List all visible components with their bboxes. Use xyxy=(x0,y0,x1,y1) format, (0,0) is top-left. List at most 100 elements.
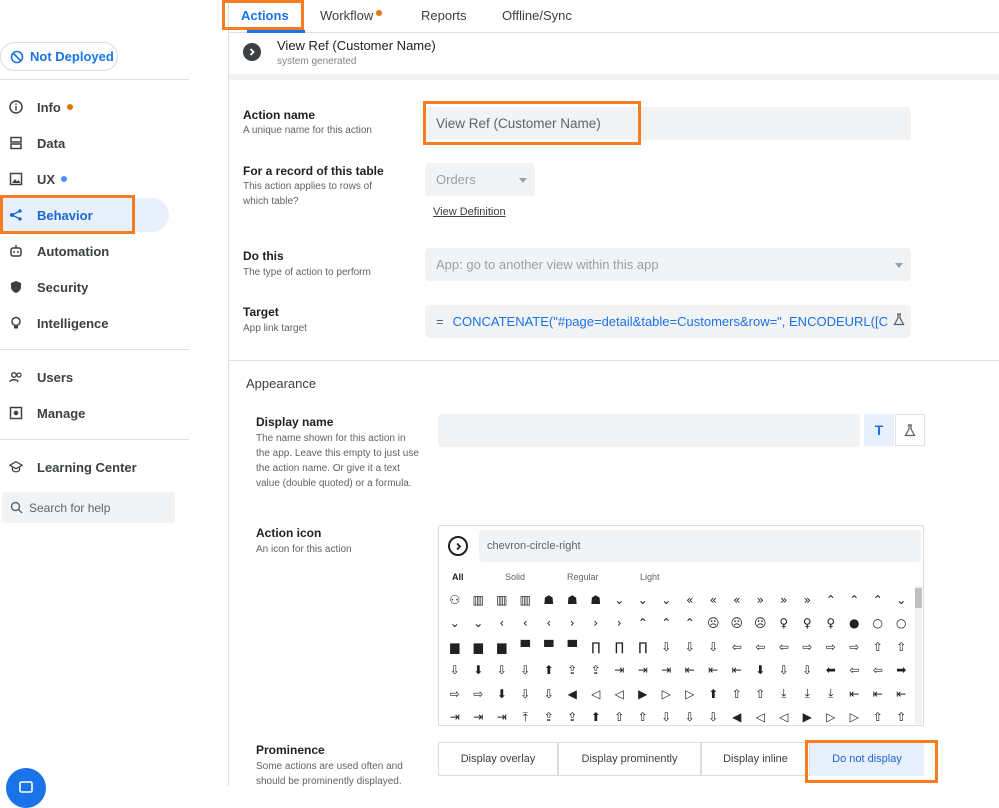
deploy-status-chip[interactable]: Not Deployed xyxy=(0,42,118,71)
icon-option[interactable]: ⌃ xyxy=(819,588,843,612)
icon-filter-all[interactable]: All xyxy=(452,572,464,582)
icon-option[interactable]: ⌄ xyxy=(890,588,914,612)
icon-filter-solid[interactable]: Solid xyxy=(505,572,525,582)
icon-option[interactable]: ∏ xyxy=(608,635,632,659)
icon-option[interactable]: ⇨ xyxy=(819,635,843,659)
icon-option[interactable]: ⇩ xyxy=(490,659,514,683)
icon-option[interactable]: ♀ xyxy=(772,612,796,636)
icon-option[interactable]: ☗ xyxy=(537,588,561,612)
sidebar-item-automation[interactable]: Automation xyxy=(0,234,169,268)
icon-option[interactable]: ▀ xyxy=(514,635,538,659)
icon-option[interactable]: ⌄ xyxy=(608,588,632,612)
icon-option[interactable]: ● xyxy=(843,612,867,636)
icon-option[interactable]: ▷ xyxy=(819,706,843,726)
icon-option[interactable]: ⌄ xyxy=(655,588,679,612)
icon-option[interactable]: ⇩ xyxy=(678,635,702,659)
icon-option[interactable]: ☗ xyxy=(584,588,608,612)
action-name-input[interactable]: View Ref (Customer Name) xyxy=(425,107,911,140)
icon-option[interactable]: « xyxy=(702,588,726,612)
icon-option[interactable]: ⬆ xyxy=(537,659,561,683)
icon-option[interactable]: ⇨ xyxy=(467,682,491,706)
target-expression-input[interactable]: = CONCATENATE("#page=detail&table=Custom… xyxy=(425,305,911,338)
icon-option[interactable]: ⇪ xyxy=(561,706,585,726)
view-definition-link[interactable]: View Definition xyxy=(433,206,506,218)
icon-option[interactable]: ⬇ xyxy=(467,659,491,683)
icon-option[interactable]: ⌄ xyxy=(443,612,467,636)
icon-option[interactable]: ‹ xyxy=(537,612,561,636)
icon-option[interactable]: ⌄ xyxy=(631,588,655,612)
icon-option[interactable]: ☹ xyxy=(702,612,726,636)
icon-option[interactable]: « xyxy=(725,588,749,612)
icon-option[interactable]: ◁ xyxy=(749,706,773,726)
icon-option[interactable]: ⇧ xyxy=(890,706,914,726)
icon-option[interactable]: ⇥ xyxy=(467,706,491,726)
icon-option[interactable]: ▆ xyxy=(443,635,467,659)
icon-option[interactable]: ⇧ xyxy=(749,682,773,706)
icon-grid-scrollbar[interactable] xyxy=(915,586,922,724)
icon-option[interactable]: ♀ xyxy=(796,612,820,636)
icon-option[interactable]: ⤓ xyxy=(819,682,843,706)
icon-option[interactable]: ⤓ xyxy=(772,682,796,706)
icon-option[interactable]: ⇩ xyxy=(514,659,538,683)
icon-option[interactable]: ▷ xyxy=(678,682,702,706)
icon-option[interactable]: ▶ xyxy=(631,682,655,706)
icon-option[interactable]: ⇩ xyxy=(702,706,726,726)
icon-option[interactable]: ∏ xyxy=(631,635,655,659)
prominence-do-not-display[interactable]: Do not display xyxy=(810,742,924,776)
tab-actions[interactable]: Actions xyxy=(241,8,289,23)
icon-option[interactable]: ▥ xyxy=(467,588,491,612)
icon-option[interactable]: ⇤ xyxy=(725,659,749,683)
icon-option[interactable]: ⇥ xyxy=(631,659,655,683)
icon-option[interactable]: ➡ xyxy=(890,659,914,683)
icon-option[interactable]: ⇩ xyxy=(537,682,561,706)
icon-option[interactable]: ⇥ xyxy=(655,659,679,683)
icon-option[interactable]: ◁ xyxy=(608,682,632,706)
tab-workflow[interactable]: Workflow xyxy=(320,8,383,23)
text-mode-button[interactable]: T xyxy=(864,414,894,446)
icon-option[interactable]: ⇦ xyxy=(725,635,749,659)
sidebar-item-learning-center[interactable]: Learning Center xyxy=(0,450,169,484)
icon-option[interactable]: › xyxy=(608,612,632,636)
sidebar-item-behavior[interactable]: Behavior xyxy=(0,198,169,232)
icon-option[interactable]: › xyxy=(561,612,585,636)
icon-option[interactable]: ⇩ xyxy=(702,635,726,659)
icon-option[interactable]: ⇧ xyxy=(866,635,890,659)
sidebar-item-manage[interactable]: Manage xyxy=(0,396,169,430)
flask-icon[interactable] xyxy=(889,313,905,329)
icon-option[interactable]: ⇩ xyxy=(655,706,679,726)
icon-option[interactable]: » xyxy=(796,588,820,612)
icon-option[interactable]: ⬅ xyxy=(819,659,843,683)
icon-option[interactable]: ◀ xyxy=(725,706,749,726)
icon-option[interactable]: ◀ xyxy=(561,682,585,706)
icon-option[interactable]: ▶ xyxy=(796,706,820,726)
icon-option[interactable]: ⇩ xyxy=(443,659,467,683)
icon-option[interactable]: ⤓ xyxy=(796,682,820,706)
icon-option[interactable]: ⌃ xyxy=(655,612,679,636)
sidebar-item-intelligence[interactable]: Intelligence xyxy=(0,306,169,340)
tab-reports[interactable]: Reports xyxy=(421,8,467,23)
icon-option[interactable]: ○ xyxy=(866,612,890,636)
icon-option[interactable]: ⇩ xyxy=(655,635,679,659)
icon-option[interactable]: ⌃ xyxy=(843,588,867,612)
icon-option[interactable]: ⇩ xyxy=(796,659,820,683)
help-search-input[interactable]: Search for help xyxy=(2,492,175,523)
icon-option[interactable]: ⇧ xyxy=(608,706,632,726)
icon-option[interactable]: ⌄ xyxy=(467,612,491,636)
icon-option[interactable]: ‹ xyxy=(514,612,538,636)
icon-option[interactable]: ⇩ xyxy=(514,682,538,706)
icon-option[interactable]: ⇥ xyxy=(490,706,514,726)
scrollbar-thumb[interactable] xyxy=(915,588,922,608)
icon-option[interactable]: ○ xyxy=(890,612,914,636)
icon-option[interactable]: ⇨ xyxy=(443,682,467,706)
icon-option[interactable]: ⌃ xyxy=(866,588,890,612)
icon-option[interactable]: ⇦ xyxy=(749,635,773,659)
icon-option[interactable]: ⇨ xyxy=(796,635,820,659)
icon-option[interactable]: ⇨ xyxy=(843,635,867,659)
icon-option[interactable]: ⌃ xyxy=(678,612,702,636)
icon-option[interactable]: ▥ xyxy=(490,588,514,612)
icon-search-input[interactable]: chevron-circle-right xyxy=(479,530,921,562)
icon-option[interactable]: ▀ xyxy=(561,635,585,659)
prominence-display-prominently[interactable]: Display prominently xyxy=(558,742,701,776)
icon-option[interactable]: ⇩ xyxy=(678,706,702,726)
icon-option[interactable]: ◁ xyxy=(772,706,796,726)
